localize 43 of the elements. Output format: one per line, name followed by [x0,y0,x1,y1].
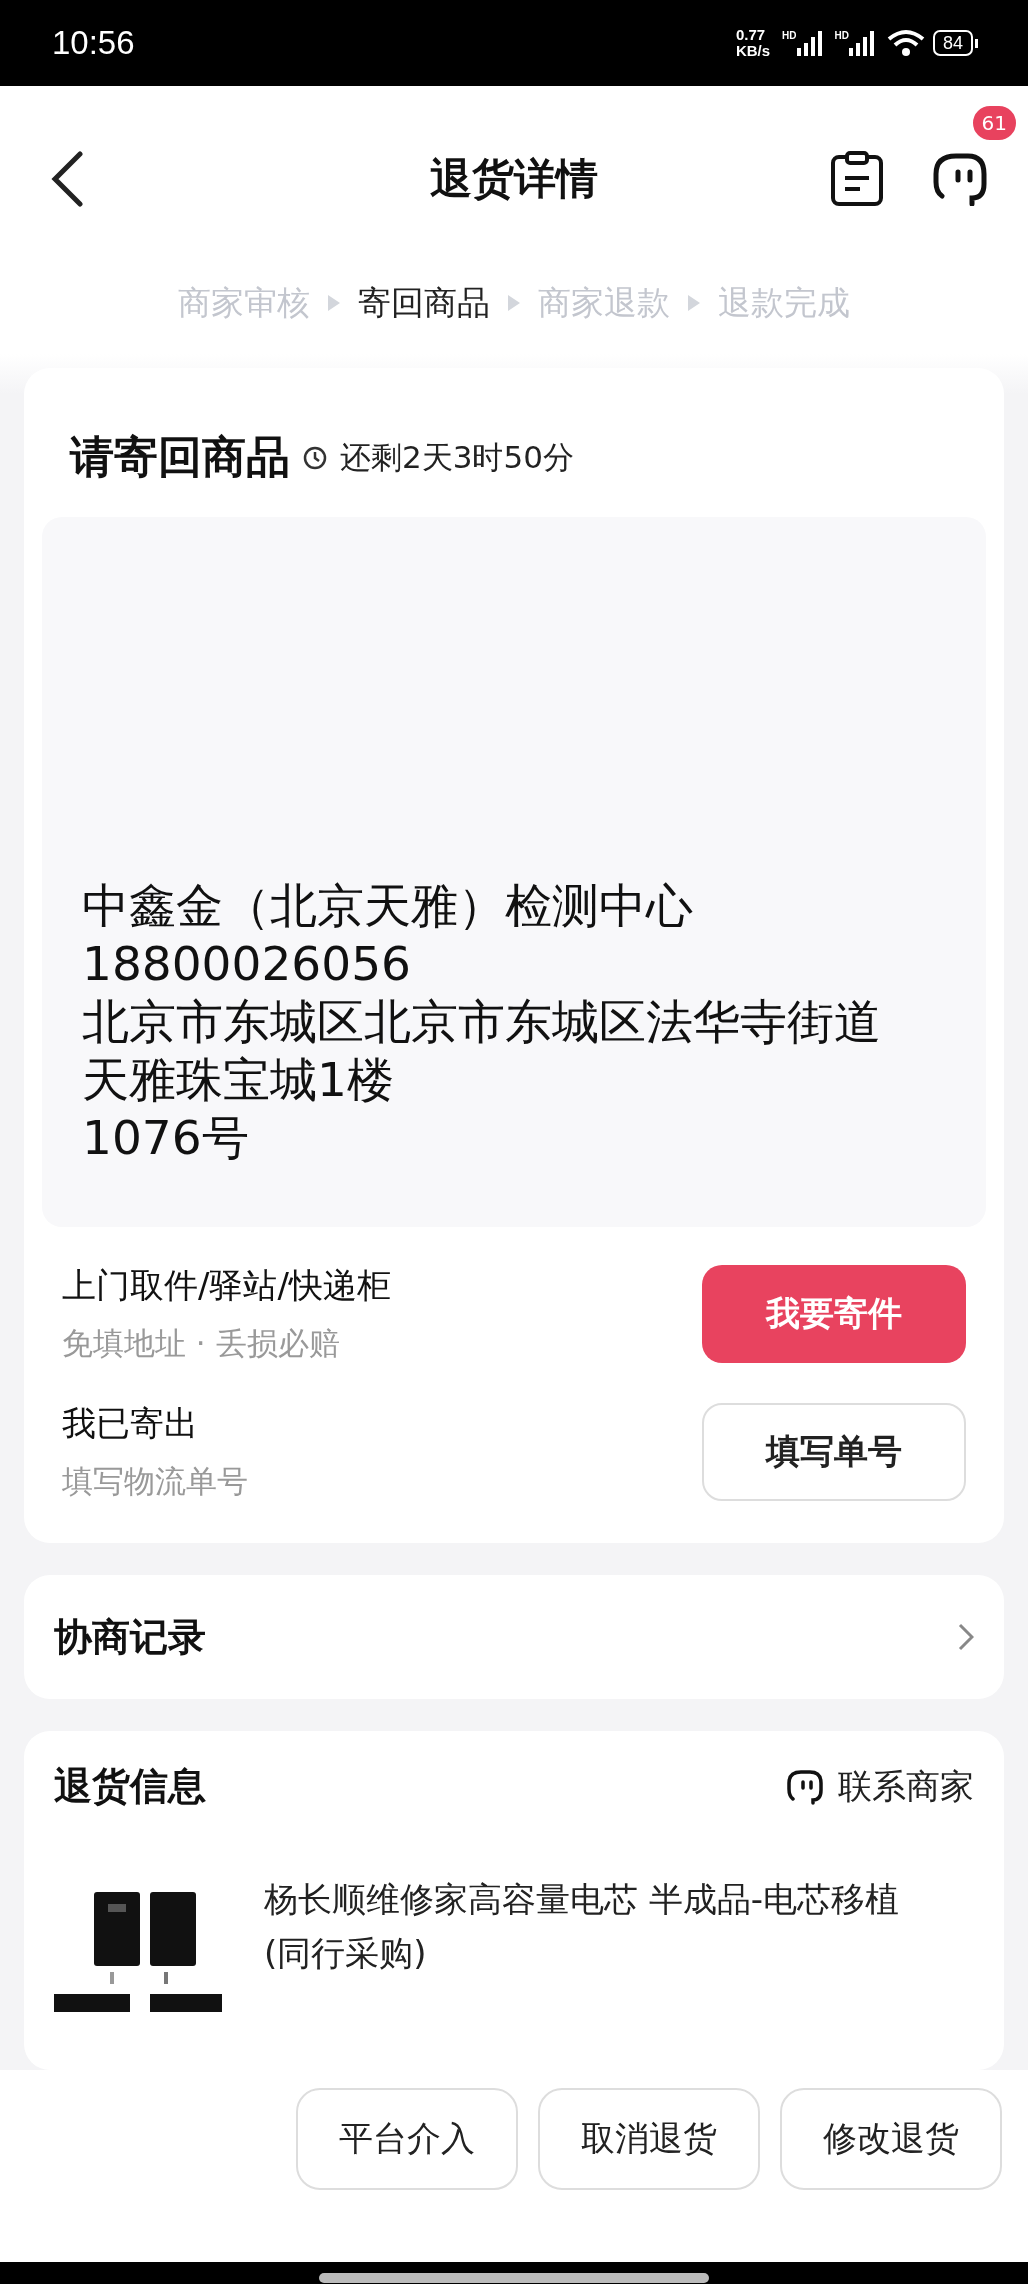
product-title: 杨长顺维修家高容量电芯 半成品-电芯移植(同行采购) [264,1878,901,1975]
signal-icon [796,30,825,56]
countdown-text: 还剩2天3时50分 [340,437,574,477]
ship-button[interactable]: 我要寄件 [702,1265,966,1363]
option-title: 上门取件/驿站/快递柜 [62,1264,392,1307]
option-subtitle: 免填地址 · 丢损必赔 [62,1324,341,1363]
chevron-right-icon [958,1623,974,1651]
address-line: 中鑫金（北京天雅）检测中心 [82,877,694,935]
message-count-badge: 61 [970,104,1018,142]
page-title: 退货详情 [430,153,598,205]
clipboard-icon[interactable] [830,151,884,207]
section-title: 请寄回商品 [70,430,290,484]
network-type-label: HD [782,30,797,41]
clock-icon [302,444,328,471]
network-speed: 0.77 [735,27,767,43]
network-type-label: HD [834,30,849,41]
progress-step: 退款完成 [718,280,850,326]
step-arrow-icon [688,295,700,311]
action-button[interactable]: 修改退货 [780,2088,1002,2190]
step-arrow-icon [328,295,340,311]
wifi-icon [886,29,925,57]
negotiation-row[interactable]: 协商记录 [24,1575,1004,1699]
address-line: 北京市东城区北京市东城区法华寺街道天雅珠宝城1楼 [82,993,882,1109]
signal-icon [848,30,877,56]
chat-icon [786,1768,824,1805]
option-subtitle: 填写物流单号 [62,1462,249,1501]
step-arrow-icon [508,295,520,311]
message-icon[interactable] [932,152,988,206]
battery-level: 84 [932,30,973,56]
progress-step: 寄回商品 [358,280,490,326]
action-button[interactable]: 取消退货 [538,2088,760,2190]
back-button[interactable] [50,151,84,207]
clock-time: 10:56 [52,24,135,62]
action-button[interactable]: 平台介入 [296,2088,518,2190]
address-line: 1076号 [82,1109,250,1167]
progress-step: 商家退款 [538,280,670,326]
contact-seller-link[interactable]: 联系商家 [786,1763,974,1810]
tracking-number-button[interactable]: 填写单号 [702,1403,966,1501]
progress-step: 商家审核 [178,280,310,326]
option-title: 我已寄出 [62,1402,199,1445]
address-line: 18800026056 [82,935,412,993]
network-speed-unit: KB/s [735,43,771,59]
section-title: 退货信息 [54,1763,207,1810]
